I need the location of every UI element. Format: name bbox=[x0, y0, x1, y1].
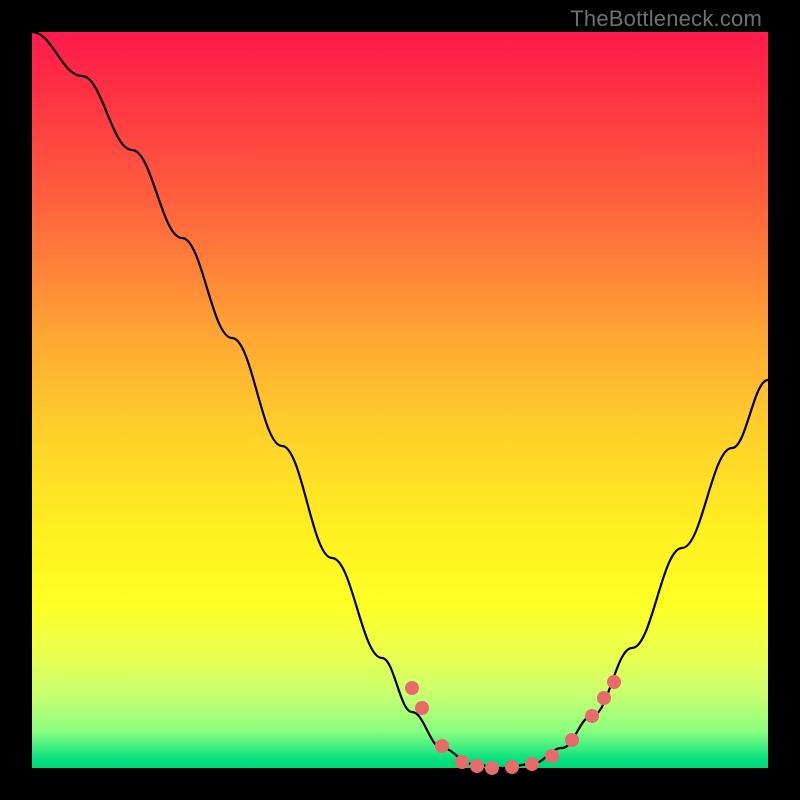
data-marker bbox=[565, 733, 579, 747]
data-marker bbox=[415, 701, 429, 715]
data-marker bbox=[435, 739, 449, 753]
data-markers bbox=[405, 675, 621, 775]
data-marker bbox=[455, 755, 469, 769]
bottleneck-curve bbox=[32, 32, 768, 768]
data-marker bbox=[585, 709, 599, 723]
data-marker bbox=[545, 749, 559, 763]
watermark-text: TheBottleneck.com bbox=[570, 6, 762, 32]
data-marker bbox=[597, 691, 611, 705]
chart-svg bbox=[32, 32, 768, 768]
data-marker bbox=[470, 759, 484, 773]
chart-container: TheBottleneck.com bbox=[0, 0, 800, 800]
data-marker bbox=[607, 675, 621, 689]
data-marker bbox=[405, 681, 419, 695]
data-marker bbox=[525, 757, 539, 771]
data-marker bbox=[505, 760, 519, 774]
data-marker bbox=[485, 761, 499, 775]
